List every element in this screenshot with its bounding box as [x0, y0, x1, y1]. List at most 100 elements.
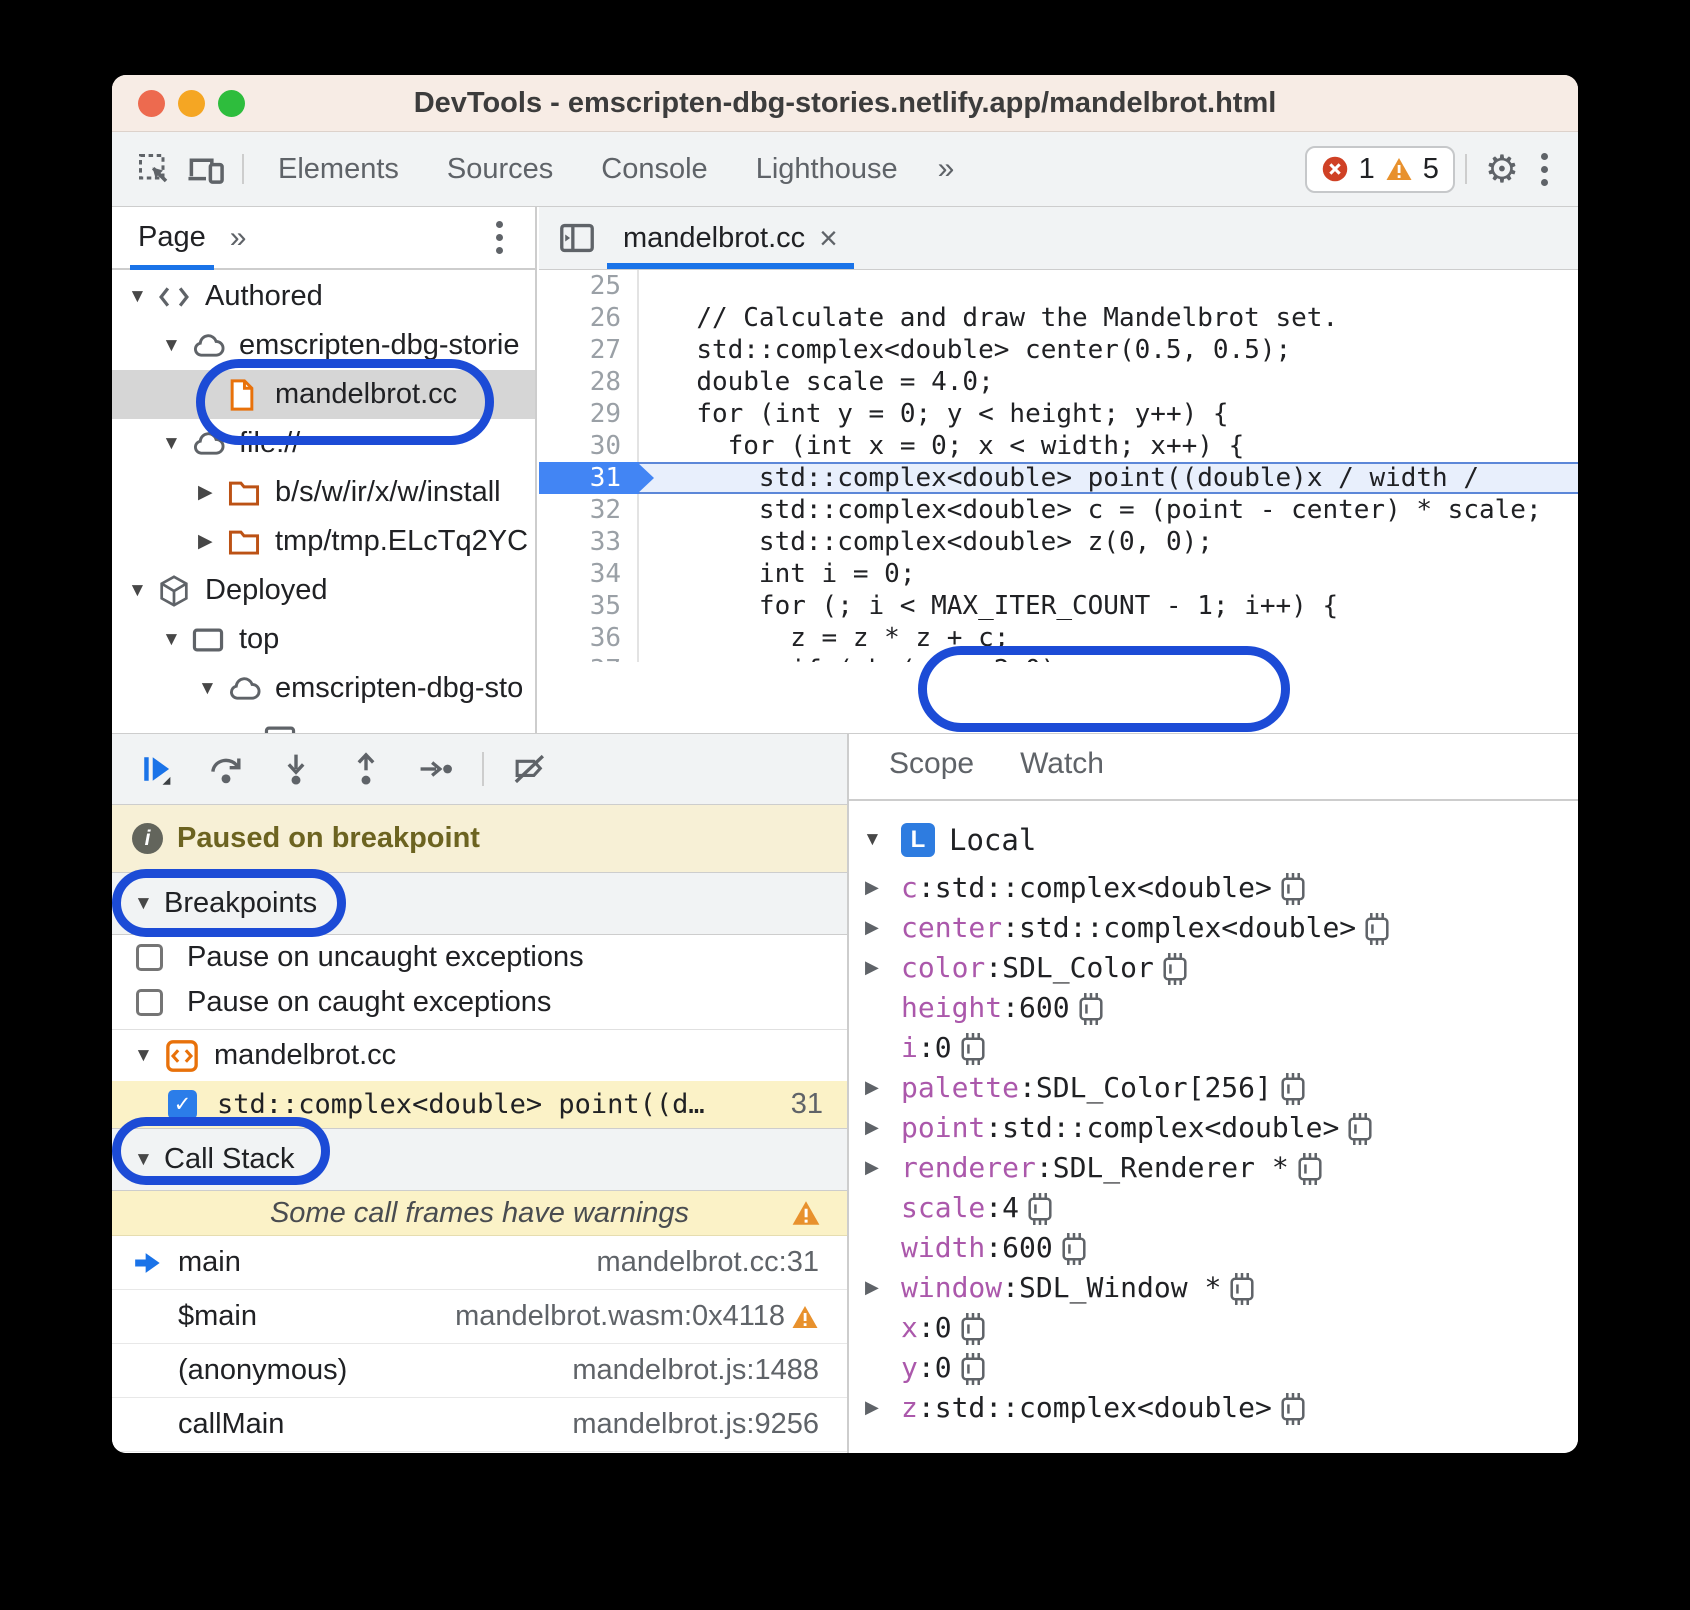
breakpoint-file-group[interactable]: mandelbrot.cc	[112, 1029, 847, 1081]
call-stack-section-header[interactable]: Call Stack	[112, 1128, 847, 1191]
tree-item[interactable]: Deployed	[112, 566, 535, 615]
disclosure-triangle-icon[interactable]	[162, 629, 192, 651]
call-stack-frame[interactable]: $main mandelbrot.wasm:0x4118	[112, 1290, 847, 1344]
line-number[interactable]: 26	[539, 302, 639, 334]
traffic-light-minimize-button[interactable]	[178, 90, 205, 117]
frame-location[interactable]: mandelbrot.js:9256	[572, 1408, 819, 1441]
tree-item[interactable]: top	[112, 615, 535, 664]
code-line[interactable]: 25	[539, 270, 1578, 302]
scope-variable-row[interactable]: ▶ center: std::complex<double>	[849, 907, 1578, 947]
breakpoint-entry[interactable]: ✓ std::complex<double> point((d… 31	[112, 1081, 847, 1128]
panel-tab[interactable]: Console	[577, 132, 731, 206]
resume-button[interactable]	[128, 743, 184, 795]
tree-item[interactable]: emscripten-dbg-sto	[112, 664, 535, 713]
scope-variable-row[interactable]: ▶ z: std::complex<double>	[849, 1387, 1578, 1427]
disclosure-triangle-icon[interactable]	[198, 481, 228, 504]
disclosure-triangle-icon[interactable]	[162, 335, 192, 357]
line-number[interactable]: 28	[539, 366, 639, 398]
scope-variable-row[interactable]: ▶ c: std::complex<double>	[849, 867, 1578, 907]
expand-arrow-icon[interactable]: ▶	[865, 877, 879, 898]
memory-inspector-icon[interactable]	[1278, 1073, 1308, 1105]
section-collapse-icon[interactable]	[134, 893, 164, 915]
tree-item[interactable]: mandelbrot.cc	[112, 370, 535, 419]
tree-item[interactable]: Authored	[112, 272, 535, 321]
expand-arrow-icon[interactable]: ▶	[865, 1277, 879, 1298]
panel-tab[interactable]: Sources	[423, 132, 577, 206]
traffic-light-zoom-button[interactable]	[218, 90, 245, 117]
expand-arrow-icon[interactable]: ▶	[865, 1117, 879, 1138]
source-tab-mandelbrot[interactable]: mandelbrot.cc ×	[603, 207, 858, 269]
line-number[interactable]: 32	[539, 494, 639, 526]
breakpoint-checkbox-checked[interactable]: ✓	[168, 1090, 197, 1119]
memory-inspector-icon[interactable]	[1295, 1153, 1325, 1185]
scope-variable-row[interactable]: ▶ color: SDL_Color	[849, 947, 1578, 987]
traffic-light-close-button[interactable]	[138, 90, 165, 117]
checkbox-unchecked[interactable]	[136, 989, 163, 1016]
memory-inspector-icon[interactable]	[1227, 1273, 1257, 1305]
checkbox-unchecked[interactable]	[136, 944, 163, 971]
memory-inspector-icon[interactable]	[958, 1353, 988, 1385]
expand-arrow-icon[interactable]: ▶	[865, 917, 879, 938]
customize-devtools-button[interactable]	[1527, 153, 1562, 186]
line-number[interactable]: 37	[539, 654, 639, 662]
collapse-navigator-button[interactable]	[551, 212, 603, 264]
tree-item[interactable]: tmp/tmp.ELcTq2YC	[112, 517, 535, 566]
exception-checkbox-row[interactable]: Pause on caught exceptions	[112, 980, 847, 1025]
settings-gear-icon[interactable]: ⚙	[1477, 147, 1527, 191]
code-line[interactable]: 35 for (; i < MAX_ITER_COUNT - 1; i++) {	[539, 590, 1578, 622]
tree-item[interactable]	[112, 713, 535, 733]
scope-local-section[interactable]: L Local	[863, 823, 1578, 857]
memory-inspector-icon[interactable]	[958, 1313, 988, 1345]
scope-variable-row[interactable]: y: 0	[849, 1347, 1578, 1387]
scope-variable-row[interactable]: height: 600	[849, 987, 1578, 1027]
tree-item[interactable]: file://	[112, 419, 535, 468]
scope-variable-row[interactable]: ▶ renderer: SDL_Renderer *	[849, 1147, 1578, 1187]
code-line[interactable]: 26 // Calculate and draw the Mandelbrot …	[539, 302, 1578, 334]
exception-checkbox-row[interactable]: Pause on uncaught exceptions	[112, 935, 847, 980]
tree-item[interactable]: b/s/w/ir/x/w/install	[112, 468, 535, 517]
scope-collapse-icon[interactable]	[863, 829, 887, 851]
scope-variable-row[interactable]: i: 0	[849, 1027, 1578, 1067]
scope-variable-row[interactable]: width: 600	[849, 1227, 1578, 1267]
memory-inspector-icon[interactable]	[1059, 1233, 1089, 1265]
close-tab-icon[interactable]: ×	[819, 220, 838, 257]
scope-variable-row[interactable]: scale: 4	[849, 1187, 1578, 1227]
navigator-more-tabs-button[interactable]: »	[214, 221, 260, 255]
step-into-button[interactable]	[268, 743, 324, 795]
memory-inspector-icon[interactable]	[1025, 1193, 1055, 1225]
panel-tab[interactable]: Lighthouse	[732, 132, 922, 206]
issues-badge[interactable]: 1 5	[1305, 146, 1455, 193]
frame-location[interactable]: mandelbrot.js:1488	[572, 1354, 819, 1387]
line-number[interactable]: 34	[539, 558, 639, 590]
frame-location[interactable]: mandelbrot.wasm:0x4118	[455, 1300, 819, 1333]
expand-arrow-icon[interactable]: ▶	[865, 1397, 879, 1418]
line-number[interactable]: 30	[539, 430, 639, 462]
code-line[interactable]: 37 if (abs(z) > 2.0)	[539, 654, 1578, 662]
memory-inspector-icon[interactable]	[1362, 913, 1392, 945]
code-line[interactable]: 36 z = z * z + c;	[539, 622, 1578, 654]
disclosure-triangle-icon[interactable]	[162, 433, 192, 455]
code-line[interactable]: 30 for (int x = 0; x < width; x++) {	[539, 430, 1578, 462]
scope-variable-row[interactable]: ▶ palette: SDL_Color[256]	[849, 1067, 1578, 1107]
code-line[interactable]: 33 std::complex<double> z(0, 0);	[539, 526, 1578, 558]
tab-page[interactable]: Page	[130, 207, 214, 268]
code-line[interactable]: 32 std::complex<double> c = (point - cen…	[539, 494, 1578, 526]
line-number[interactable]: 25	[539, 270, 639, 302]
line-number[interactable]: 36	[539, 622, 639, 654]
disclosure-triangle-icon[interactable]	[198, 678, 228, 700]
scope-tab[interactable]: Scope	[877, 747, 986, 799]
code-line[interactable]: 27 std::complex<double> center(0.5, 0.5)…	[539, 334, 1578, 366]
tree-item[interactable]: emscripten-dbg-storie	[112, 321, 535, 370]
toggle-device-toolbar-button[interactable]	[180, 143, 232, 195]
expand-arrow-icon[interactable]: ▶	[865, 1077, 879, 1098]
scope-variable-row[interactable]: ▶ window: SDL_Window *	[849, 1267, 1578, 1307]
code-editor[interactable]: 25 26 // Calculate and draw the Mandelbr…	[539, 270, 1578, 662]
memory-inspector-icon[interactable]	[1345, 1113, 1375, 1145]
navigator-menu-button[interactable]	[482, 221, 517, 254]
call-stack-frame[interactable]: (anonymous) mandelbrot.js:1488	[112, 1344, 847, 1398]
memory-inspector-icon[interactable]	[1160, 953, 1190, 985]
line-number[interactable]: 33	[539, 526, 639, 558]
panel-tab[interactable]: Elements	[254, 132, 423, 206]
call-stack-frame[interactable]: main mandelbrot.cc:31	[112, 1236, 847, 1290]
breakpoints-section-header[interactable]: Breakpoints	[112, 872, 847, 935]
